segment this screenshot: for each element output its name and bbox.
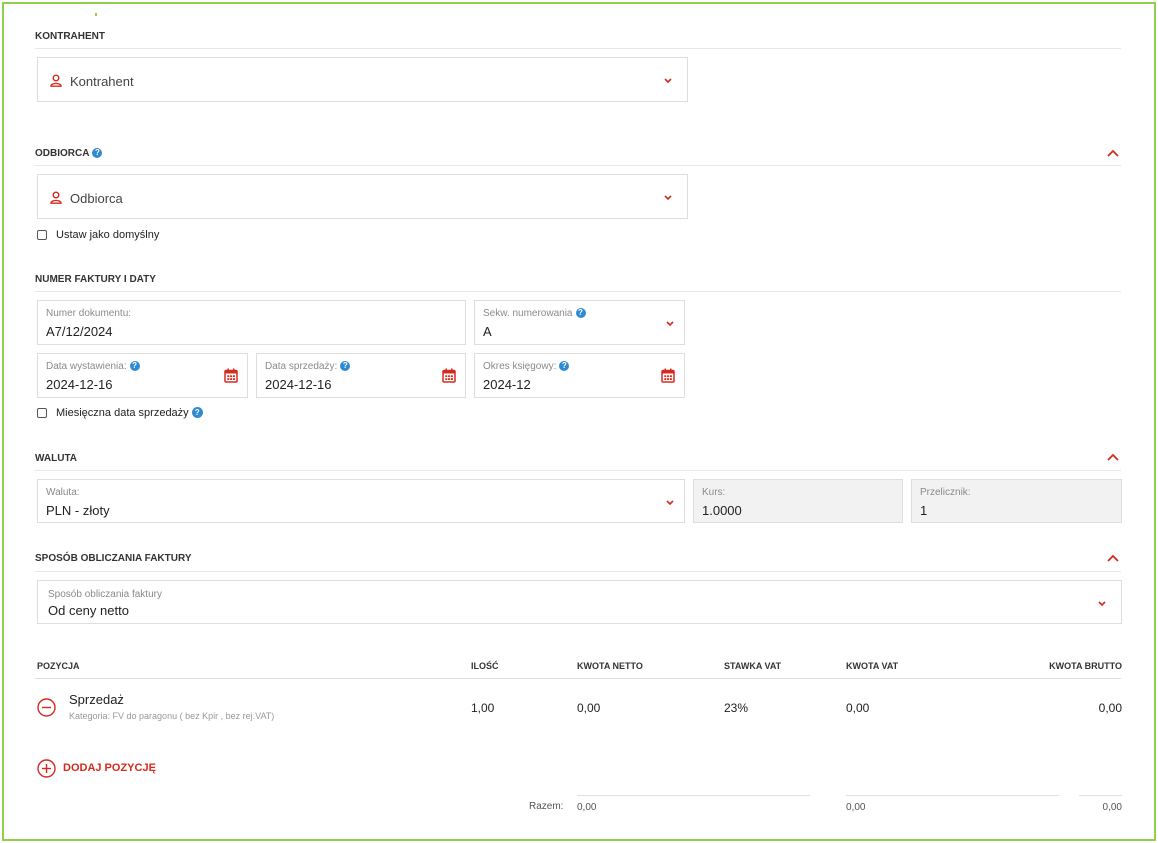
converter-label: Przelicznik: — [920, 487, 971, 498]
col-vat-amount: KWOTA VAT — [846, 661, 899, 671]
divider — [35, 165, 1121, 166]
doc-number-field[interactable]: Numer dokumentu: A7/12/2024 — [37, 300, 466, 345]
top-mark — [95, 13, 97, 16]
col-net: KWOTA NETTO — [577, 661, 643, 671]
set-default-checkbox[interactable] — [37, 230, 47, 240]
col-vat-rate: STAWKA VAT — [724, 661, 782, 671]
calendar-icon[interactable] — [442, 368, 456, 383]
totals-net: 0,00 — [577, 802, 597, 813]
issue-date-field[interactable]: Data wystawienia:? 2024-12-16 — [37, 353, 248, 398]
recipient-title-text: ODBIORCA — [35, 148, 90, 159]
calc-method-value: Od ceny netto — [48, 603, 129, 618]
sequence-select[interactable]: Sekw. numerowania? A — [474, 300, 685, 345]
person-icon — [50, 191, 62, 204]
sale-date-label-text: Data sprzedaży: — [265, 361, 338, 372]
row-name: Sprzedaż — [69, 692, 124, 707]
totals-vat: 0,00 — [846, 802, 866, 813]
calc-method-select[interactable]: Sposób obliczania faktury Od ceny netto — [37, 580, 1122, 624]
help-icon[interactable]: ? — [559, 361, 570, 371]
currency-value: PLN - złoty — [46, 503, 110, 518]
help-icon[interactable]: ? — [129, 361, 140, 371]
chevron-down-icon — [664, 78, 672, 84]
row-vat-rate: 23% — [724, 701, 749, 715]
help-icon[interactable]: ? — [340, 361, 351, 371]
accounting-period-label-text: Okres księgowy: — [483, 361, 557, 372]
issue-date-value: 2024-12-16 — [46, 377, 113, 392]
sequence-label-text: Sekw. numerowania — [483, 308, 573, 319]
totals-gross: 0,00 — [1102, 802, 1122, 813]
chevron-up-icon[interactable] — [1107, 453, 1119, 461]
chevron-down-icon — [666, 321, 674, 327]
recipient-section-title: ODBIORCA? — [35, 148, 103, 159]
divider — [35, 48, 1121, 49]
col-position: POZYCJA — [37, 661, 80, 671]
rate-label: Kurs: — [702, 487, 726, 498]
row-net: 0,00 — [577, 701, 601, 715]
chevron-down-icon — [664, 195, 672, 201]
row-qty: 1,00 — [471, 701, 495, 715]
help-icon[interactable]: ? — [575, 308, 586, 318]
rate-value: 1.0000 — [702, 503, 742, 518]
add-circle-icon — [37, 759, 56, 778]
sale-date-label: Data sprzedaży:? — [265, 361, 351, 372]
divider — [1079, 795, 1122, 796]
sale-date-field[interactable]: Data sprzedaży:? 2024-12-16 — [256, 353, 466, 398]
help-icon[interactable]: ? — [92, 148, 103, 158]
chevron-down-icon — [666, 500, 674, 506]
sequence-value: A — [483, 324, 492, 339]
doc-number-label: Numer dokumentu: — [46, 308, 132, 319]
accounting-period-label: Okres księgowy:? — [483, 361, 570, 372]
currency-select[interactable]: Waluta: PLN - złoty — [37, 479, 685, 523]
currency-label: Waluta: — [46, 487, 80, 498]
person-icon — [50, 74, 62, 87]
monthly-sale-date-label: Miesięczna data sprzedaży? — [56, 407, 203, 419]
divider — [35, 678, 1121, 679]
sequence-label: Sekw. numerowania? — [483, 308, 586, 319]
calendar-icon[interactable] — [224, 368, 238, 383]
table-row: Sprzedaż Kategoria: FV do paragonu ( bez… — [0, 680, 1158, 730]
monthly-sale-date-text: Miesięczna data sprzedaży — [56, 407, 189, 419]
issue-date-label-text: Data wystawienia: — [46, 361, 127, 372]
sale-date-value: 2024-12-16 — [265, 377, 332, 392]
chevron-up-icon[interactable] — [1107, 149, 1119, 157]
totals-label: Razem: — [529, 801, 564, 812]
help-icon[interactable]: ? — [191, 407, 203, 418]
row-vat-amount: 0,00 — [846, 701, 870, 715]
contractor-placeholder: Kontrahent — [70, 74, 134, 89]
recipient-select[interactable]: Odbiorca — [37, 174, 688, 219]
chevron-down-icon — [1098, 601, 1106, 607]
divider — [846, 795, 1059, 796]
add-position-label: DODAJ POZYCJĘ — [63, 762, 156, 774]
divider — [577, 795, 810, 796]
divider — [35, 571, 1121, 572]
calendar-icon[interactable] — [661, 368, 675, 383]
col-qty: ILOŚĆ — [471, 661, 499, 671]
divider — [35, 291, 1121, 292]
set-default-label: Ustaw jako domyślny — [56, 229, 160, 241]
converter-field: Przelicznik: 1 — [911, 479, 1122, 523]
recipient-placeholder: Odbiorca — [70, 191, 123, 206]
monthly-sale-date-checkbox[interactable] — [37, 408, 47, 418]
calc-method-label: Sposób obliczania faktury — [48, 589, 162, 600]
converter-value: 1 — [920, 503, 928, 518]
invoice-numbers-section-title: NUMER FAKTURY I DATY — [35, 274, 156, 285]
calc-method-section-title: SPOSÓB OBLICZANIA FAKTURY — [35, 553, 192, 564]
col-gross: KWOTA BRUTTO — [1049, 661, 1122, 671]
chevron-up-icon[interactable] — [1107, 554, 1119, 562]
currency-section-title: WALUTA — [35, 453, 78, 464]
row-category: Kategoria: FV do paragonu ( bez Kpir , b… — [69, 711, 275, 721]
contractor-select[interactable]: Kontrahent — [37, 57, 688, 102]
rate-field: Kurs: 1.0000 — [693, 479, 903, 523]
accounting-period-value: 2024-12 — [483, 377, 531, 392]
contractor-section-title: KONTRAHENT — [35, 31, 105, 42]
remove-circle-icon[interactable] — [37, 698, 56, 717]
row-gross: 0,00 — [1098, 701, 1122, 715]
accounting-period-field[interactable]: Okres księgowy:? 2024-12 — [474, 353, 685, 398]
doc-number-value: A7/12/2024 — [46, 324, 113, 339]
issue-date-label: Data wystawienia:? — [46, 361, 140, 372]
divider — [35, 470, 1121, 471]
